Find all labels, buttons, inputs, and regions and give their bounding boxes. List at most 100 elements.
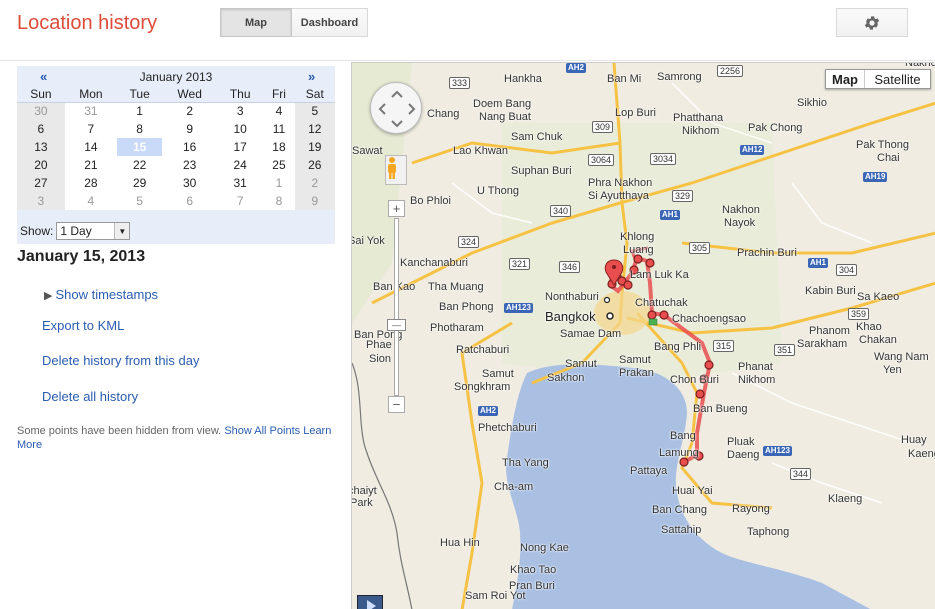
route-shield: 309	[592, 121, 614, 133]
calendar-day[interactable]: 14	[64, 138, 118, 156]
show-range-row: Show: 1 Day ▼	[20, 222, 131, 240]
street-view-pegman[interactable]	[385, 155, 407, 185]
map-type-satellite-button[interactable]: Satellite	[865, 70, 930, 88]
delete-all-history-link[interactable]: Delete all history	[42, 389, 138, 404]
calendar-day[interactable]: 2	[294, 174, 335, 192]
calendar-day[interactable]: 29	[117, 174, 163, 192]
calendar-day[interactable]: 9	[162, 120, 218, 138]
map-place-label: Ratchaburi	[456, 344, 510, 356]
calendar-day[interactable]: 3	[217, 102, 264, 120]
zoom-slider-track[interactable]	[394, 218, 399, 396]
tab-dashboard[interactable]: Dashboard	[292, 8, 368, 37]
map-place-label: Phae	[366, 339, 392, 351]
map-place-label: Lao Khwan	[453, 145, 509, 157]
map-type-map-button[interactable]: Map	[826, 70, 865, 88]
highway-shield: AH2	[478, 406, 499, 416]
route-shield: 346	[559, 261, 581, 273]
calendar-day[interactable]: 1	[263, 174, 295, 192]
map-place-label: Samae Dam	[560, 328, 622, 340]
show-all-points-link[interactable]: Show All Points	[224, 425, 300, 437]
calendar-grid: Sun Mon Tue Wed Thu Fri Sat 30 31 1 2 3 4 5 6 7 8 9 10 11 1…	[17, 86, 335, 210]
map-place-label: Khlong	[620, 231, 655, 243]
view-toggle: Map Dashboard	[220, 8, 368, 37]
calendar-day[interactable]: 1	[117, 102, 163, 120]
map-place-label: Phanom	[809, 325, 850, 337]
calendar-day[interactable]: 27	[17, 174, 65, 192]
calendar-day[interactable]: 6	[162, 192, 218, 210]
settings-button[interactable]	[836, 8, 908, 37]
map-place-label: Ban Mi	[607, 73, 642, 85]
calendar-day[interactable]: 30	[17, 102, 65, 120]
calendar-day[interactable]: 10	[217, 120, 264, 138]
route-shield: 305	[689, 242, 711, 254]
calendar-week: 27 28 29 30 31 1 2	[17, 174, 335, 192]
show-timestamps-link[interactable]: ▶ Show timestamps	[44, 287, 158, 302]
route-shield: 351	[774, 344, 796, 356]
calendar-day[interactable]: 5	[117, 192, 163, 210]
map-type-control: Map Satellite	[825, 69, 931, 89]
tab-map[interactable]: Map	[220, 8, 292, 37]
map-place-label: Phra Nakhon	[588, 177, 653, 189]
map-place-label: Tha Muang	[428, 281, 484, 293]
calendar-weekday: Wed	[162, 86, 218, 103]
calendar-day[interactable]: 31	[217, 174, 264, 192]
calendar-day[interactable]: 17	[217, 138, 264, 156]
calendar-day[interactable]: 24	[217, 156, 264, 174]
calendar-day[interactable]: 4	[263, 102, 295, 120]
gear-icon	[864, 15, 880, 30]
calendar-day[interactable]: 21	[64, 156, 118, 174]
zoom-slider-handle[interactable]: —	[387, 319, 406, 331]
calendar-day[interactable]: 7	[217, 192, 264, 210]
calendar-day[interactable]: 5	[294, 102, 335, 120]
calendar-day[interactable]: 8	[263, 192, 295, 210]
map-place-label: Klaeng	[828, 493, 863, 505]
calendar-day[interactable]: 9	[294, 192, 335, 210]
map-place-label: Sattahip	[661, 524, 702, 536]
calendar-day[interactable]: 7	[64, 120, 118, 138]
calendar-day[interactable]: 22	[117, 156, 163, 174]
map-place-label: Prakan	[619, 367, 654, 379]
map-place-label: Photharam	[430, 322, 484, 334]
calendar-day[interactable]: 4	[64, 192, 118, 210]
map-place-label: Nakhon	[905, 62, 935, 69]
map-place-label: Suphan Buri	[511, 165, 572, 177]
calendar-day[interactable]: 13	[17, 138, 65, 156]
calendar-day[interactable]: 11	[263, 120, 295, 138]
export-kml-link[interactable]: Export to KML	[42, 318, 124, 333]
calendar-day[interactable]: 20	[17, 156, 65, 174]
calendar-day[interactable]: 6	[17, 120, 65, 138]
calendar-next-button[interactable]: »	[308, 69, 315, 84]
calendar-day[interactable]: 19	[294, 138, 335, 156]
calendar-day[interactable]: 31	[64, 102, 118, 120]
map-place-label: Samrong	[657, 71, 702, 83]
calendar-day[interactable]: 8	[117, 120, 163, 138]
calendar-day[interactable]: 23	[162, 156, 218, 174]
calendar-day[interactable]: 16	[162, 138, 218, 156]
map-place-label: Si Ayutthaya	[588, 190, 649, 202]
calendar-day[interactable]: 15	[117, 138, 163, 156]
highway-shield: AH1	[808, 258, 829, 268]
map[interactable]: HankhaBan MiSamrongNakhonChangDoem BangN…	[351, 62, 935, 609]
play-icon[interactable]	[357, 595, 383, 609]
calendar-day[interactable]: 18	[263, 138, 295, 156]
calendar-day[interactable]: 3	[17, 192, 65, 210]
map-place-label: Pluak	[727, 436, 755, 448]
show-timestamps-label: Show timestamps	[55, 287, 159, 302]
pan-control[interactable]	[370, 82, 422, 134]
zoom-out-button[interactable]: −	[388, 396, 405, 413]
zoom-in-button[interactable]: +	[388, 200, 405, 217]
calendar-day[interactable]: 30	[162, 174, 218, 192]
calendar-day[interactable]: 12	[294, 120, 335, 138]
map-place-label: Chon Buri	[670, 374, 719, 386]
map-place-label: Nonthaburi	[545, 291, 599, 303]
map-place-label: Songkhram	[454, 381, 511, 393]
calendar-day[interactable]: 25	[263, 156, 295, 174]
delete-day-history-link[interactable]: Delete history from this day	[42, 353, 200, 368]
calendar-day[interactable]: 28	[64, 174, 118, 192]
calendar-day[interactable]: 26	[294, 156, 335, 174]
map-place-label: Huay	[901, 434, 927, 446]
show-range-select[interactable]: 1 Day ▼	[56, 222, 131, 240]
calendar-day[interactable]: 2	[162, 102, 218, 120]
chevron-down-icon: ▼	[114, 223, 130, 239]
map-place-label: Bang Phli	[654, 341, 702, 353]
